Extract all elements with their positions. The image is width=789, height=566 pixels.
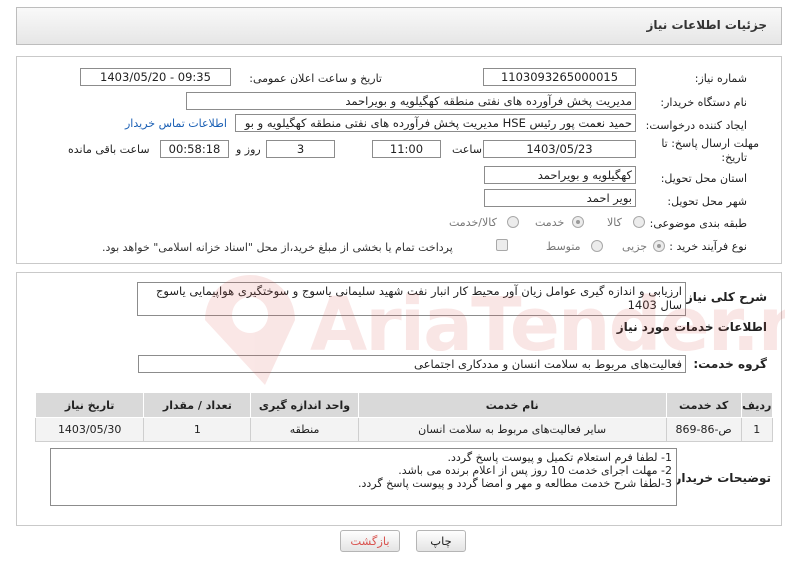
announce-field: 1403/05/20 - 09:35 xyxy=(80,68,231,86)
days-field: 3 xyxy=(266,140,335,158)
category-goods-service-radio[interactable] xyxy=(507,216,519,228)
summary-text: ارزیابی و اندازه گیری عوامل زیان آور محی… xyxy=(156,284,682,312)
cell-service-code: ص-86-869 xyxy=(665,417,742,442)
category-goods-service-label: کالا/خدمت xyxy=(449,216,497,229)
page-header: جزئیات اطلاعات نیاز xyxy=(16,7,782,45)
creator-field: حمید نعمت پور رئیس HSE مدیریت پخش فرآورد… xyxy=(235,114,636,132)
col-service-code: کد خدمت xyxy=(665,392,742,418)
category-service-radio[interactable] xyxy=(572,216,584,228)
province-field: کهگیلویه و بویراحمد xyxy=(484,166,636,184)
buyer-org-field: مدیریت پخش فرآورده های نفتی منطقه کهگیلو… xyxy=(186,92,636,110)
col-unit: واحد اندازه گیری xyxy=(250,392,359,418)
contact-info-link[interactable]: اطلاعات تماس خریدار xyxy=(125,117,227,130)
process-minor-radio[interactable] xyxy=(653,240,665,252)
city-label: شهر محل تحویل: xyxy=(667,195,747,208)
category-label: طبقه بندی موضوعی: xyxy=(649,217,747,230)
remaining-label: ساعت باقی مانده xyxy=(68,143,150,156)
deadline-time-field: 11:00 xyxy=(372,140,441,158)
cell-row: 1 xyxy=(740,417,774,442)
cell-quantity: 1 xyxy=(143,417,252,442)
buyer-org-label: نام دستگاه خریدار: xyxy=(660,96,747,109)
cell-service-name: سایر فعالیت‌های مربوط به سلامت انسان xyxy=(357,417,667,442)
category-goods-radio[interactable] xyxy=(633,216,645,228)
cell-need-date: 1403/05/30 xyxy=(34,417,145,442)
service-group-field: فعالیت‌های مربوط به سلامت انسان و مددکار… xyxy=(138,355,686,373)
service-group-label: گروه خدمت: xyxy=(693,357,767,371)
need-number-field: 1103093265000015 xyxy=(483,68,636,86)
need-number-label: شماره نیاز: xyxy=(694,72,747,85)
city-field: بویر احمد xyxy=(484,189,636,207)
table-header-row: ردیف کد خدمت نام خدمت واحد اندازه گیری ت… xyxy=(34,392,774,418)
services-table: ردیف کد خدمت نام خدمت واحد اندازه گیری ت… xyxy=(34,392,774,442)
announce-label: تاریخ و ساعت اعلان عمومی: xyxy=(249,72,382,85)
back-button[interactable]: بازگشت xyxy=(340,530,400,552)
col-service-name: نام خدمت xyxy=(357,392,667,418)
deadline-date-field: 1403/05/23 xyxy=(483,140,636,158)
col-quantity: تعداد / مقدار xyxy=(143,392,252,418)
remaining-time-field: 00:58:18 xyxy=(160,140,229,158)
payment-note: پرداخت تمام یا بخشی از مبلغ خرید،از محل … xyxy=(102,241,453,254)
page-title: جزئیات اطلاعات نیاز xyxy=(646,18,767,32)
deadline-time-label: ساعت xyxy=(452,143,482,156)
services-section-title: اطلاعات خدمات مورد نیاز xyxy=(616,320,767,334)
treasury-checkbox[interactable] xyxy=(496,239,508,251)
cell-unit: منطقه xyxy=(250,417,359,442)
table-row: 1 ص-86-869 سایر فعالیت‌های مربوط به سلام… xyxy=(34,417,774,442)
category-service-label: خدمت xyxy=(535,216,565,229)
deadline-label: مهلت ارسال پاسخ: تا xyxy=(661,137,759,150)
col-row: ردیف xyxy=(740,392,774,418)
col-need-date: تاریخ نیاز xyxy=(34,392,145,418)
process-medium-radio[interactable] xyxy=(591,240,603,252)
process-minor-label: جزیی xyxy=(622,240,648,253)
summary-textarea: ارزیابی و اندازه گیری عوامل زیان آور محی… xyxy=(137,282,686,316)
summary-label: شرح کلی نیاز: xyxy=(681,290,767,304)
province-label: استان محل تحویل: xyxy=(660,172,747,185)
note-line-1: 1- لطفا فرم استعلام تکمیل و پیوست پاسخ گ… xyxy=(447,451,672,464)
creator-label: ایجاد کننده درخواست: xyxy=(645,119,747,132)
note-line-3: 3-لطفا شرح خدمت مطالعه و مهر و امضا گردد… xyxy=(357,477,672,490)
process-label: نوع فرآیند خرید : xyxy=(669,240,747,253)
note-line-2: 2- مهلت اجرای خدمت 10 روز پس از اعلام بر… xyxy=(398,464,672,477)
print-button[interactable]: چاپ xyxy=(416,530,466,552)
deadline-label-date: تاریخ: xyxy=(721,151,747,164)
info-panel xyxy=(16,56,782,264)
category-goods-label: کالا xyxy=(607,216,622,229)
buyer-notes-label: توضیحات خریدار: xyxy=(669,471,771,485)
process-medium-label: متوسط xyxy=(546,240,581,253)
buyer-notes-box: 1- لطفا فرم استعلام تکمیل و پیوست پاسخ گ… xyxy=(50,448,677,506)
days-label: روز و xyxy=(236,143,261,156)
